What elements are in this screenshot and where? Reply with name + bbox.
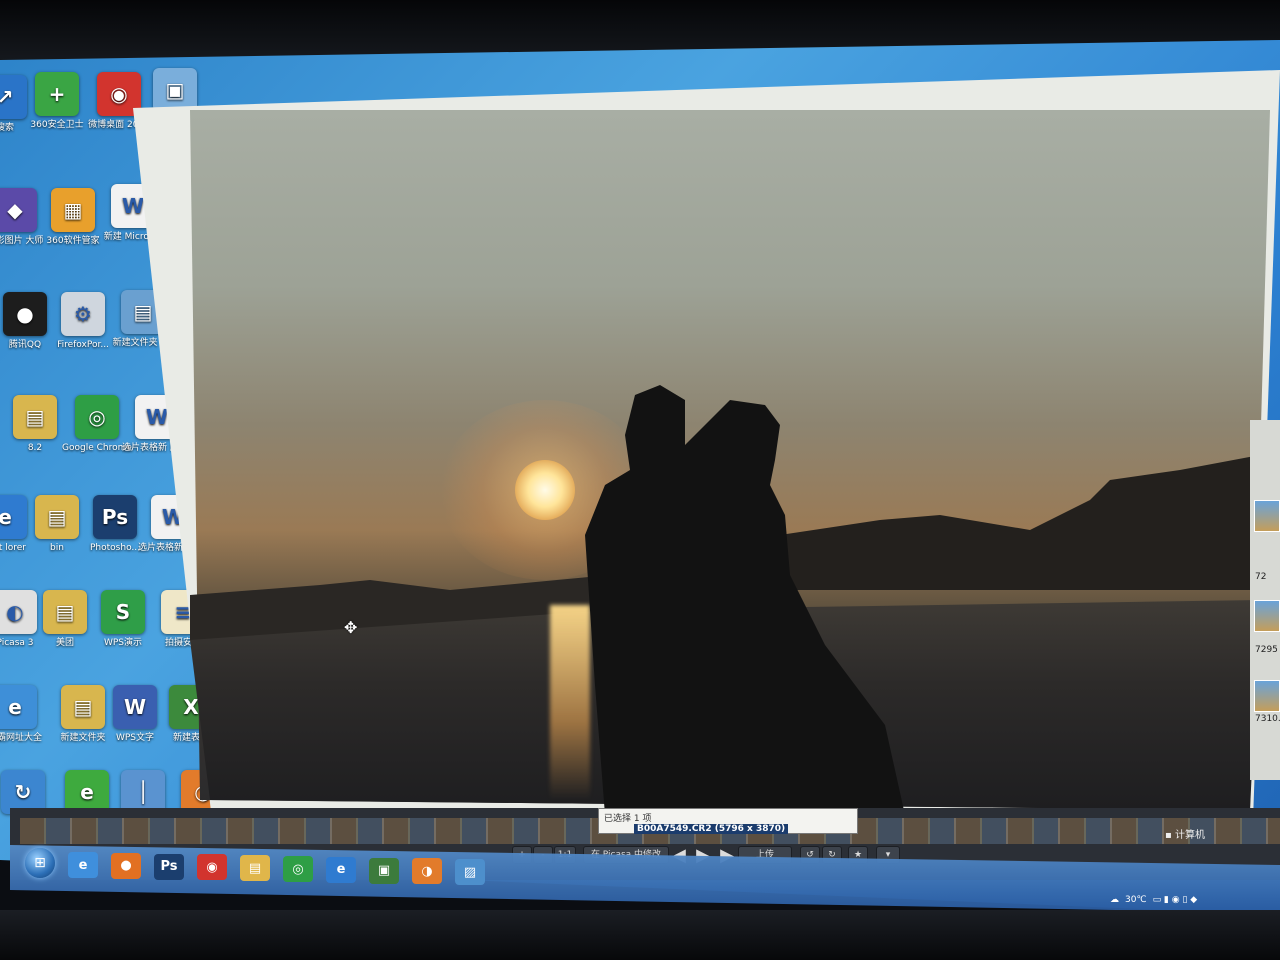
side-thumbnail[interactable] [1254,500,1280,532]
taskbar-weibo-icon[interactable]: ◉ [197,854,227,881]
monitor-bezel-bottom [0,910,1280,960]
system-tray: ☁ 30℃ ▭ ▮ ◉ ▯ ◆ [1110,890,1280,910]
app-icon: ● [3,292,47,336]
weather-temperature[interactable]: 30℃ [1125,895,1147,905]
app-icon: ◆ [0,188,37,232]
app-icon: ▤ [35,495,79,539]
app-icon: ▣ [153,68,197,112]
side-thumbnail[interactable] [1254,680,1280,712]
taskbar-chrome-icon[interactable]: ◎ [283,856,313,882]
file-info: B00A7549.CR2 (5796 x 3870) [634,824,789,834]
taskbar-monitor-icon[interactable]: ▣ [369,857,399,884]
taskbar-picasa-app-icon[interactable]: ◑ [412,858,442,885]
move-cursor-icon: ✥ [344,618,358,637]
taskbar-photoshop-icon[interactable]: Ps [154,853,184,880]
app-icon: ▦ [51,188,95,232]
sun [515,460,575,520]
desktop-icon[interactable]: e 海霸网址大全 [0,685,50,744]
app-icon: e [0,685,37,729]
side-thumbnail-label: 7310. [1255,714,1280,724]
app-icon: S [101,590,145,634]
app-icon: ⚙ [61,292,105,336]
taskbar-ie2-icon[interactable]: e [326,856,356,883]
computer-label: ▪ 计算机 [1165,830,1205,841]
desktop-icon-label: 8.2 [27,443,43,453]
app-icon: Ps [93,495,137,539]
sun-reflection [550,605,590,800]
app-icon: ◎ [75,395,119,439]
app-icon: ▤ [61,685,105,729]
selection-count: 已选择 1 项 [604,814,652,824]
desktop-icon[interactable]: +360安全卫士 [22,72,92,131]
taskbar-ie-icon[interactable]: e [68,852,98,878]
side-thumbnail-label: 72 [1255,572,1267,582]
selection-status: 已选择 1 项 B00A7549.CR2 (5796 x 3870) [598,808,858,834]
side-thumbnail-label: 7295 [1255,645,1278,655]
app-icon: ▤ [13,395,57,439]
tray-icons[interactable]: ▭ ▮ ◉ ▯ ◆ [1153,895,1198,905]
taskbar-photo-viewer-icon[interactable]: ▨ [455,859,485,886]
desktop-icon-label: 360安全卫士 [30,120,84,130]
app-icon: + [35,72,79,116]
desktop-icon[interactable]: ▤ 8.2 [0,395,70,454]
app-icon: ▤ [43,590,87,634]
taskbar-firefox-icon[interactable]: ● [111,852,141,879]
desktop-icon-label: 海霸网址大全 [0,733,42,743]
side-thumbnail[interactable] [1254,600,1280,632]
computer-label-text: 计算机 [1174,830,1205,841]
taskbar-explorer-icon[interactable]: ▤ [240,855,270,882]
weather-icon[interactable]: ☁ [1110,895,1119,905]
start-button[interactable]: ⊞ [25,848,55,878]
app-icon: W [113,685,157,729]
